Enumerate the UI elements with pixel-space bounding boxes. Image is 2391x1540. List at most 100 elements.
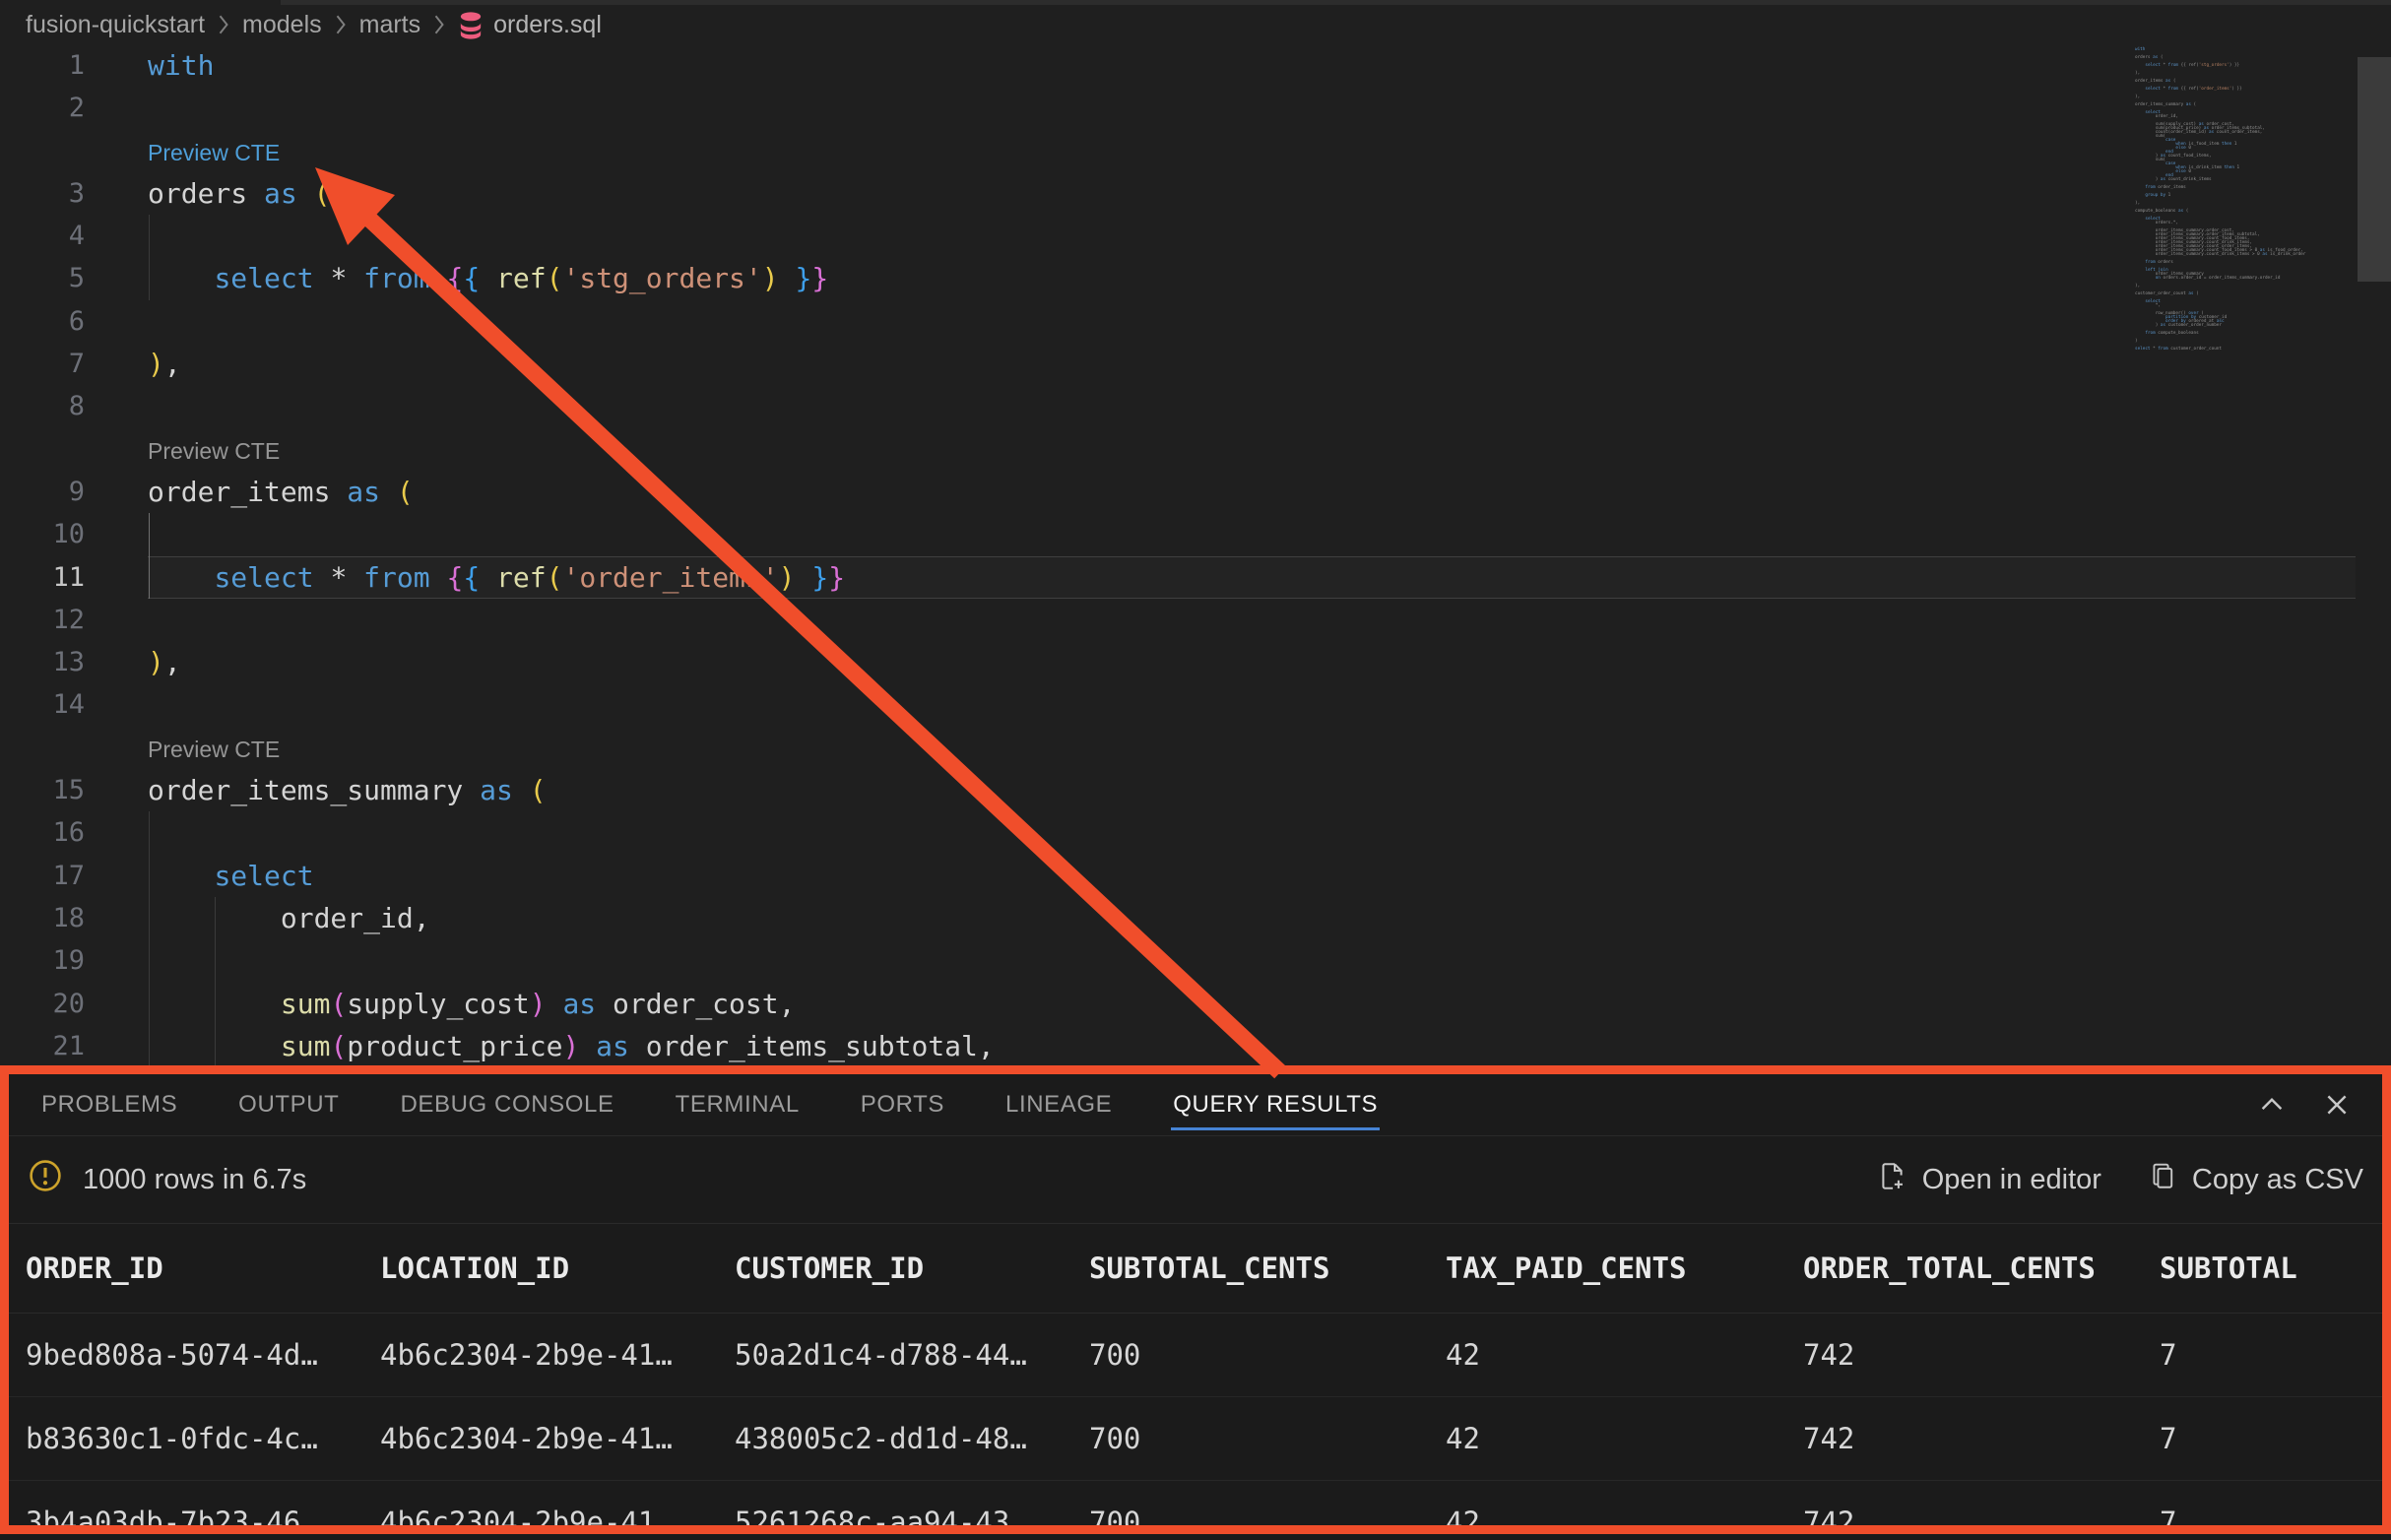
code-line-18: 18 order_id,: [0, 897, 2356, 939]
line-number: 16: [0, 811, 148, 854]
indent-guide: [215, 983, 216, 1025]
indent-guide: [149, 983, 150, 1025]
table-cell: 7: [2160, 1422, 2391, 1455]
code-line-16: 16: [0, 811, 2356, 854]
code-line-1: 1with: [0, 44, 2356, 87]
maximize-panel-icon[interactable]: [2257, 1090, 2287, 1120]
column-header[interactable]: CUSTOMER_ID: [735, 1251, 1089, 1285]
breadcrumb-item-file[interactable]: orders.sql: [458, 11, 602, 39]
table-row[interactable]: 9bed808a-5074-4d…4b6c2304-2b9e-41…50a2d1…: [0, 1314, 2391, 1397]
indent-guide: [149, 855, 150, 897]
line-number: 3: [0, 172, 148, 215]
panel-tab-lineage[interactable]: LINEAGE: [1005, 1074, 1112, 1135]
table-cell: 50a2d1c4-d788-44…: [735, 1338, 1089, 1372]
column-header[interactable]: ORDER_ID: [26, 1251, 380, 1285]
table-cell: 42: [1446, 1422, 1803, 1455]
column-header[interactable]: ORDER_TOTAL_CENTS: [1803, 1251, 2160, 1285]
table-row[interactable]: b83630c1-0fdc-4c…4b6c2304-2b9e-41…438005…: [0, 1397, 2391, 1481]
line-number: 13: [0, 641, 148, 683]
preview-cte-link[interactable]: Preview CTE: [148, 140, 280, 165]
code-line-content: sum(product_price) as order_items_subtot…: [148, 1025, 2356, 1067]
result-actions: Open in editor Copy as CSV: [1877, 1161, 2363, 1199]
code-line-8: 8: [0, 385, 2356, 427]
panel-tab-problems[interactable]: PROBLEMS: [41, 1074, 177, 1135]
table-cell: 4b6c2304-2b9e-41: [380, 1506, 735, 1539]
table-cell: 7: [2160, 1506, 2391, 1539]
minimap[interactable]: with orders as ( select * from {{ ref('s…: [2125, 44, 2356, 384]
preview-cte-link[interactable]: Preview CTE: [148, 737, 280, 762]
editor-scrollbar[interactable]: [2358, 57, 2391, 282]
column-header[interactable]: SUBTOTAL: [2160, 1251, 2391, 1285]
panel-tab-ports[interactable]: PORTS: [861, 1074, 944, 1135]
code-line-content: ),: [148, 641, 2356, 683]
breadcrumb: fusion-quickstart models marts orders.sq…: [0, 5, 602, 44]
line-number: 17: [0, 855, 148, 897]
code-line-6: 6: [0, 300, 2356, 343]
line-number: 11: [0, 556, 148, 599]
open-in-editor-button[interactable]: Open in editor: [1877, 1161, 2101, 1199]
code-line-content: [148, 87, 2356, 129]
code-line-11: 11 select * from {{ ref('order_items') }…: [0, 556, 2356, 599]
code-editor[interactable]: 1with2Preview CTE3orders as (45 select *…: [0, 44, 2356, 1067]
line-number: 1: [0, 44, 148, 87]
breadcrumb-item-project[interactable]: fusion-quickstart: [26, 11, 205, 39]
code-line-15: 15order_items_summary as (: [0, 769, 2356, 811]
code-line-content: [148, 683, 2356, 726]
code-line-9: 9order_items as (: [0, 471, 2356, 513]
code-line-content: Preview CTE: [148, 727, 2356, 769]
breadcrumb-item-models[interactable]: models: [242, 11, 322, 39]
open-in-editor-label: Open in editor: [1922, 1164, 2101, 1196]
panel-tab-output[interactable]: OUTPUT: [238, 1074, 339, 1135]
line-number: 20: [0, 983, 148, 1025]
panel-controls: [2257, 1090, 2391, 1120]
result-status: 1000 rows in 6.7s: [28, 1158, 306, 1201]
panel-tab-query-results[interactable]: QUERY RESULTS: [1173, 1074, 1378, 1135]
table-cell: 42: [1446, 1506, 1803, 1539]
code-line-content: sum(supply_cost) as order_cost,: [148, 983, 2356, 1025]
code-line-content: order_id,: [148, 897, 2356, 939]
column-header[interactable]: LOCATION_ID: [380, 1251, 735, 1285]
column-header[interactable]: TAX_PAID_CENTS: [1446, 1251, 1803, 1285]
panel-tab-terminal[interactable]: TERMINAL: [676, 1074, 800, 1135]
active-code-line: select * from {{ ref('order_items') }}: [148, 556, 2356, 599]
table-cell: 742: [1803, 1506, 2160, 1539]
code-line-14: 14: [0, 683, 2356, 726]
copy-icon: [2149, 1162, 2177, 1198]
code-line-content: select: [148, 855, 2356, 897]
breadcrumb-item-marts[interactable]: marts: [359, 11, 421, 39]
table-cell: 438005c2-dd1d-48…: [735, 1422, 1089, 1455]
table-cell: 700: [1089, 1338, 1446, 1372]
code-line-content: [148, 811, 2356, 854]
code-line-content: [148, 300, 2356, 343]
preview-cte-link[interactable]: Preview CTE: [148, 438, 280, 464]
line-number: [0, 727, 148, 769]
line-number: 5: [0, 257, 148, 299]
row-count-text: 1000 rows in 6.7s: [83, 1164, 306, 1196]
table-cell: 742: [1803, 1422, 2160, 1455]
line-number: 8: [0, 385, 148, 427]
table-cell: 5261268c-aa94-43: [735, 1506, 1089, 1539]
table-row[interactable]: 3b4a03db-7b23-464b6c2304-2b9e-415261268c…: [0, 1481, 2391, 1540]
chevron-right-icon: [432, 14, 446, 35]
code-line-content: order_items as (: [148, 471, 2356, 513]
code-line-21: 21 sum(product_price) as order_items_sub…: [0, 1025, 2356, 1067]
indent-guide: [215, 897, 216, 939]
code-line-19: 19: [0, 939, 2356, 982]
copy-as-csv-label: Copy as CSV: [2192, 1164, 2363, 1196]
database-icon: [458, 11, 484, 39]
line-number: 4: [0, 215, 148, 257]
copy-as-csv-button[interactable]: Copy as CSV: [2149, 1162, 2363, 1198]
close-panel-icon[interactable]: [2322, 1090, 2352, 1120]
line-number: 7: [0, 343, 148, 385]
indent-guide: [149, 811, 150, 854]
results-table-header: ORDER_IDLOCATION_IDCUSTOMER_IDSUBTOTAL_C…: [0, 1224, 2391, 1314]
column-header[interactable]: SUBTOTAL_CENTS: [1089, 1251, 1446, 1285]
code-line-content: order_items_summary as (: [148, 769, 2356, 811]
panel-tab-debug-console[interactable]: DEBUG CONSOLE: [400, 1074, 614, 1135]
code-line-content: [148, 513, 2356, 555]
indent-guide: [215, 939, 216, 982]
indent-guide: [149, 513, 150, 555]
code-lens-row: Preview CTE: [0, 130, 2356, 172]
line-number: 21: [0, 1025, 148, 1067]
line-number: [0, 428, 148, 471]
